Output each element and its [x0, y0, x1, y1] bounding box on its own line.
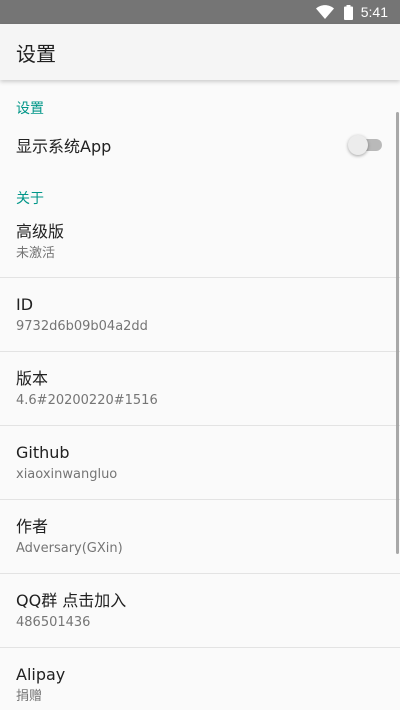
show-system-apps-preference[interactable]: 显示系统App	[0, 120, 400, 170]
pref-title: 作者	[16, 516, 49, 536]
scrollbar[interactable]	[396, 112, 399, 554]
settings-list[interactable]: 设置 显示系统App 关于 高级版 未激活 ID 9732d6b09b04a2d…	[0, 80, 400, 710]
category-about-header: 关于	[16, 191, 44, 207]
pref-summary: 未激活	[16, 245, 56, 261]
show-system-apps-switch[interactable]	[348, 135, 384, 155]
wifi-icon	[315, 5, 334, 19]
pref-title: Alipay	[16, 665, 66, 684]
category-settings-header: 设置	[16, 101, 44, 117]
status-time: 5:41	[360, 4, 388, 20]
app-bar: 设置	[0, 24, 400, 80]
pref-alipay-donate[interactable]: Alipay 捐赠	[0, 648, 400, 710]
pref-summary: 9732d6b09b04a2dd	[16, 318, 148, 334]
pref-summary: 4.6#20200220#1516	[16, 392, 158, 408]
pref-github[interactable]: Github xiaoxinwangluo	[0, 426, 400, 500]
battery-icon	[343, 4, 353, 20]
pref-summary: Adversary(GXin)	[16, 540, 123, 556]
pref-title: 高级版	[16, 221, 65, 241]
pref-summary: 486501436	[16, 614, 91, 630]
page-title: 设置	[16, 41, 56, 66]
show-system-apps-label: 显示系统App	[16, 137, 112, 156]
pref-summary: xiaoxinwangluo	[16, 466, 118, 482]
switch-thumb	[348, 135, 368, 155]
pref-id[interactable]: ID 9732d6b09b04a2dd	[0, 278, 400, 352]
pref-author[interactable]: 作者 Adversary(GXin)	[0, 500, 400, 574]
pref-qq-group[interactable]: QQ群 点击加入 486501436	[0, 574, 400, 648]
pref-summary: 捐赠	[16, 689, 43, 704]
pref-title: Github	[16, 442, 70, 462]
pref-title: QQ群 点击加入	[16, 590, 127, 610]
status-bar: 5:41	[0, 0, 400, 24]
pref-title: 版本	[16, 368, 49, 388]
pref-premium[interactable]: 高级版 未激活	[0, 206, 400, 278]
pref-version[interactable]: 版本 4.6#20200220#1516	[0, 352, 400, 426]
pref-title: ID	[16, 294, 34, 314]
